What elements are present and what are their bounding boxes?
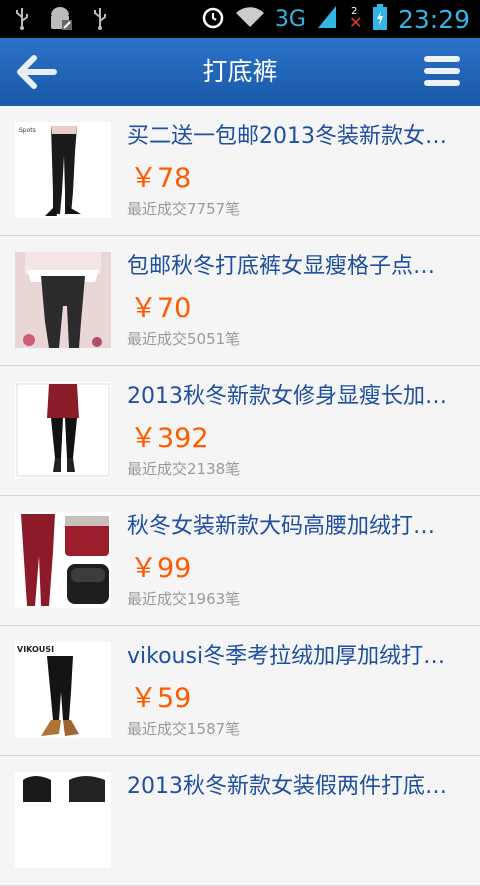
usb-icon bbox=[14, 7, 30, 35]
list-item[interactable]: 2013秋冬新款女修身显瘦长加… ￥392 最近成交2138笔 bbox=[0, 366, 480, 496]
usb-icon bbox=[92, 7, 108, 35]
svg-text:Spots: Spots bbox=[19, 127, 36, 134]
product-title: 包邮秋冬打底裤女显瘦格子点… bbox=[127, 254, 436, 279]
product-title: 秋冬女装新款大码高腰加绒打… bbox=[127, 514, 436, 539]
product-sales: 最近成交5051笔 bbox=[127, 330, 241, 348]
menu-button[interactable] bbox=[424, 56, 460, 88]
network-type: 3G bbox=[274, 6, 306, 32]
list-item[interactable]: 秋冬女装新款大码高腰加绒打… ￥99 最近成交1963笔 bbox=[0, 496, 480, 626]
battery-icon bbox=[372, 3, 388, 35]
sim-status-icon: 2 ✕ bbox=[348, 6, 363, 32]
signal-icon bbox=[316, 4, 338, 34]
product-sales: 最近成交1963笔 bbox=[127, 590, 241, 608]
product-thumbnail bbox=[15, 512, 111, 608]
list-item[interactable]: VIKOUSI vikousi冬季考拉绒加厚加绒打… ￥59 最近成交1587笔 bbox=[0, 626, 480, 756]
product-title: 2013秋冬新款女修身显瘦长加… bbox=[127, 384, 447, 409]
list-item[interactable]: 2013秋冬新款女装假两件打底… bbox=[0, 756, 480, 886]
clock: 23:29 bbox=[397, 4, 470, 34]
app-header: 打底裤 bbox=[0, 38, 480, 106]
product-sales: 最近成交7757笔 bbox=[127, 200, 241, 218]
alarm-icon bbox=[201, 5, 225, 33]
list-item[interactable]: 包邮秋冬打底裤女显瘦格子点… ￥70 最近成交5051笔 bbox=[0, 236, 480, 366]
product-price: ￥392 bbox=[130, 423, 209, 454]
product-price: ￥70 bbox=[130, 293, 192, 324]
product-list: Spots 买二送一包邮2013冬装新款女… ￥78 最近成交7757笔 包邮秋… bbox=[0, 106, 480, 886]
menu-icon bbox=[424, 56, 460, 62]
product-thumbnail bbox=[15, 772, 111, 868]
product-thumbnail bbox=[15, 382, 111, 478]
product-price: ￥78 bbox=[130, 163, 192, 194]
product-sales: 最近成交1587笔 bbox=[127, 720, 241, 738]
product-title: 2013秋冬新款女装假两件打底… bbox=[127, 774, 447, 799]
status-bar: 3G 2 ✕ 23:29 bbox=[0, 0, 480, 38]
android-debug-icon bbox=[48, 6, 74, 36]
svg-text:VIKOUSI: VIKOUSI bbox=[17, 645, 54, 654]
page-title: 打底裤 bbox=[202, 57, 278, 86]
product-sales: 最近成交2138笔 bbox=[127, 460, 241, 478]
product-title: 买二送一包邮2013冬装新款女… bbox=[127, 124, 447, 149]
product-thumbnail bbox=[15, 252, 111, 348]
product-price: ￥59 bbox=[130, 683, 192, 714]
product-title: vikousi冬季考拉绒加厚加绒打… bbox=[127, 644, 446, 669]
product-price: ￥99 bbox=[130, 553, 192, 584]
wifi-icon bbox=[235, 5, 265, 33]
list-item[interactable]: Spots 买二送一包邮2013冬装新款女… ￥78 最近成交7757笔 bbox=[0, 106, 480, 236]
product-thumbnail: Spots bbox=[15, 122, 111, 218]
product-thumbnail: VIKOUSI bbox=[15, 642, 111, 738]
